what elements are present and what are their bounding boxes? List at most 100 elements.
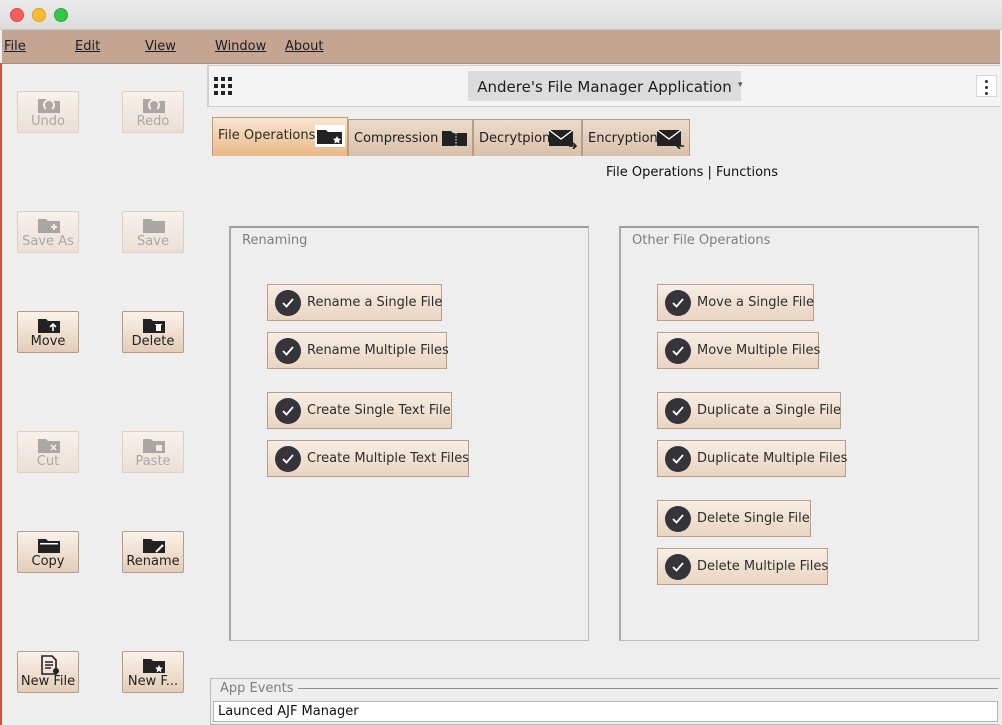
zoom-window-button[interactable] (54, 8, 68, 22)
paste-button[interactable]: Paste (122, 431, 184, 473)
copy-button[interactable]: Copy (17, 531, 79, 573)
create-multiple-text-files-button[interactable]: Create Multiple Text Files (267, 440, 469, 477)
new-file-label: New File (20, 674, 76, 689)
app-events-log[interactable]: Launced AJF Manager (213, 701, 998, 722)
save-as-button[interactable]: Save As (17, 211, 79, 253)
tab-label: Compression (354, 131, 439, 146)
divider (228, 688, 998, 689)
grid-menu-icon[interactable] (214, 77, 232, 95)
undo-label: Undo (31, 114, 65, 129)
envelope-out-icon (548, 129, 578, 149)
tab-compression[interactable]: Compression (348, 119, 473, 156)
button-label: Delete Single File (697, 511, 810, 526)
check-icon (665, 506, 691, 532)
duplicate-single-file-button[interactable]: Duplicate a Single File (657, 392, 841, 429)
rename-button[interactable]: Rename (122, 531, 184, 573)
button-label: Move a Single File (697, 295, 814, 310)
save-button[interactable]: Save (122, 211, 184, 253)
new-folder-button[interactable]: New F... (122, 651, 184, 693)
menu-window[interactable]: Window (215, 39, 266, 54)
redo-button[interactable]: Redo (122, 91, 184, 133)
copy-folder-icon (38, 539, 60, 553)
menu-edit[interactable]: Edit (75, 39, 100, 54)
button-label: Create Single Text File (307, 403, 451, 418)
move-single-file-button[interactable]: Move a Single File (657, 284, 814, 321)
envelope-in-icon (656, 129, 684, 149)
close-window-button[interactable] (10, 8, 24, 22)
redo-folder-icon (143, 99, 165, 113)
check-icon (275, 446, 301, 472)
button-label: Delete Multiple Files (697, 559, 829, 574)
button-label: Create Multiple Text Files (307, 451, 470, 466)
tab-label: File Operations (218, 128, 316, 143)
check-icon (275, 398, 301, 424)
delete-button[interactable]: Delete (122, 311, 184, 353)
cut-label: Cut (36, 454, 60, 469)
rename-multiple-files-button[interactable]: Rename Multiple Files (267, 332, 449, 369)
redo-label: Redo (136, 114, 170, 129)
zip-folder-icon (442, 131, 467, 146)
menu-view[interactable]: View (145, 39, 176, 54)
create-single-text-file-button[interactable]: Create Single Text File (267, 392, 452, 429)
tab-encryption[interactable]: Encryption (582, 119, 690, 156)
check-icon (665, 398, 691, 424)
duplicate-multiple-files-button[interactable]: Duplicate Multiple Files (657, 440, 848, 477)
cut-button[interactable]: Cut (17, 431, 79, 473)
group-title: Renaming (242, 233, 308, 248)
rename-single-file-button[interactable]: Rename a Single File (267, 284, 442, 321)
app-events-title: App Events (216, 681, 298, 696)
cut-folder-icon (38, 439, 60, 453)
button-label: Move Multiple Files (697, 343, 821, 358)
menu-file[interactable]: File (4, 39, 26, 54)
new-folder-label: New F... (127, 674, 179, 689)
tab-file-operations[interactable]: File Operations (212, 117, 348, 156)
new-file-icon (41, 655, 59, 675)
folder-star-icon (315, 125, 345, 147)
app-events-log-text: Launced AJF Manager (218, 704, 359, 719)
paste-label: Paste (135, 454, 171, 469)
window-edge (0, 63, 2, 725)
move-label: Move (30, 334, 66, 349)
button-label: Duplicate Multiple Files (697, 451, 848, 466)
delete-single-file-button[interactable]: Delete Single File (657, 500, 811, 537)
new-file-button[interactable]: New File (17, 651, 79, 693)
button-label: Rename a Single File (307, 295, 443, 310)
button-label: Rename Multiple Files (307, 343, 449, 358)
group-title: Other File Operations (632, 233, 771, 248)
copy-label: Copy (31, 554, 65, 569)
save-as-folder-icon (38, 219, 60, 233)
delete-folder-icon (143, 319, 165, 333)
undo-folder-icon (38, 99, 60, 113)
tab-decryption[interactable]: Decrytpion (473, 119, 582, 156)
move-multiple-files-button[interactable]: Move Multiple Files (657, 332, 821, 369)
tab-subtitle: File Operations | Functions (606, 165, 779, 180)
save-label: Save (137, 234, 169, 249)
save-folder-icon (143, 219, 165, 233)
check-icon (665, 554, 691, 580)
menu-bar: File Edit View Window About (2, 30, 1000, 64)
button-label: Duplicate a Single File (697, 403, 842, 418)
rename-label: Rename (126, 554, 180, 569)
app-title-box: Andere's File Manager Application (468, 71, 741, 101)
check-icon (275, 290, 301, 316)
delete-multiple-files-button[interactable]: Delete Multiple Files (657, 548, 828, 585)
check-icon (665, 338, 691, 364)
move-button[interactable]: Move (17, 311, 79, 353)
tab-label: Decrytpion (479, 131, 551, 146)
check-icon (275, 338, 301, 364)
check-icon (665, 290, 691, 316)
save-as-label: Save As (22, 234, 74, 249)
rename-folder-icon (143, 539, 165, 553)
check-icon (665, 446, 691, 472)
undo-button[interactable]: Undo (17, 91, 79, 133)
app-title: Andere's File Manager Application (477, 78, 732, 96)
minimize-window-button[interactable] (32, 8, 46, 22)
menu-about[interactable]: About (285, 39, 323, 54)
window-title-bar (0, 0, 1002, 30)
tab-label: Encryption (588, 131, 658, 146)
move-folder-icon (38, 319, 60, 333)
chevron-down-icon[interactable]: ▾ (738, 80, 743, 90)
new-folder-icon (143, 659, 165, 673)
paste-folder-icon (143, 439, 165, 453)
kebab-menu-icon[interactable] (976, 75, 997, 97)
